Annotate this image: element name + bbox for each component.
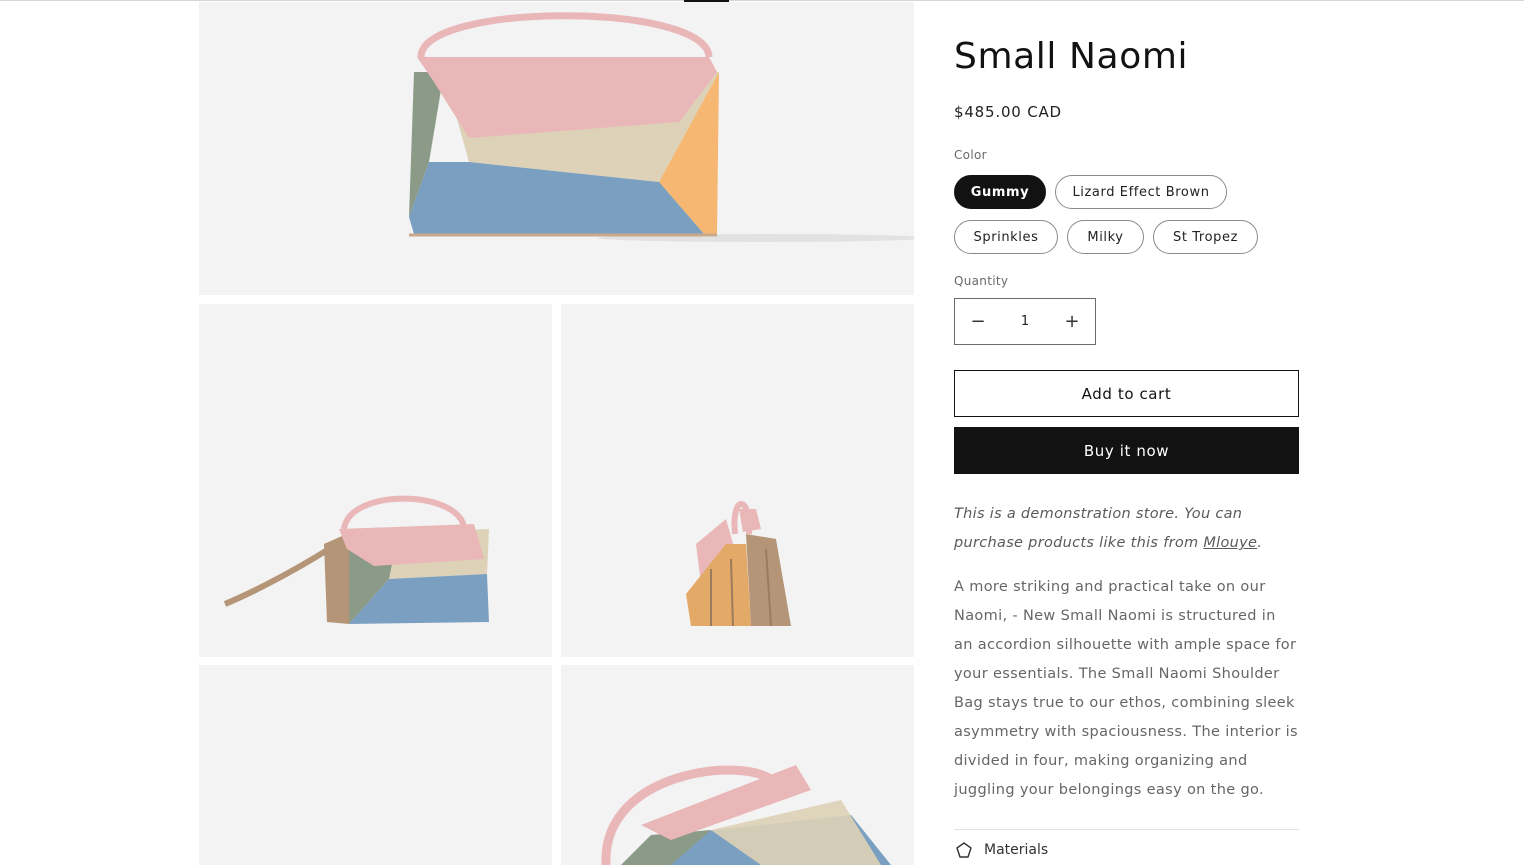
quantity-input[interactable]: 1	[1001, 314, 1049, 329]
quantity-decrease-button[interactable]: −	[955, 299, 1001, 344]
demo-note-text: This is a demonstration store. You can p…	[954, 506, 1243, 551]
color-option-lizard-effect-brown[interactable]: Lizard Effect Brown	[1055, 175, 1227, 209]
plus-icon: +	[1064, 311, 1080, 332]
header-divider	[0, 0, 1524, 1]
bag-top-view	[601, 765, 891, 865]
color-option-gummy[interactable]: Gummy	[954, 175, 1046, 209]
quantity-increase-button[interactable]: +	[1049, 299, 1095, 344]
materials-label: Materials	[984, 842, 1049, 858]
color-option-sprinkles[interactable]: Sprinkles	[954, 220, 1058, 254]
demo-note-end: .	[1257, 535, 1263, 551]
minus-icon: −	[970, 311, 986, 332]
accordion-divider	[954, 829, 1299, 830]
product-gallery	[199, 2, 914, 865]
buy-now-button[interactable]: Buy it now	[954, 427, 1299, 474]
product-description: A more striking and practical take on ou…	[954, 579, 1298, 798]
color-label: Color	[954, 148, 987, 162]
product-image-main[interactable]	[199, 2, 914, 295]
product-title: Small Naomi	[954, 36, 1189, 77]
bag-angle-view	[223, 495, 489, 624]
color-option-milky[interactable]: Milky	[1067, 220, 1144, 254]
mlouye-link[interactable]: Mlouye	[1203, 535, 1257, 551]
product-image-4[interactable]	[199, 665, 552, 865]
materials-accordion[interactable]: Materials	[954, 840, 1048, 860]
quantity-label: Quantity	[954, 274, 1009, 288]
product-image-side-strap[interactable]	[199, 304, 552, 657]
product-image-5[interactable]	[561, 665, 914, 865]
product-price: $485.00 CAD	[954, 103, 1062, 121]
bag-front-view	[409, 12, 914, 242]
product-image-side[interactable]	[561, 304, 914, 657]
color-option-st-tropez[interactable]: St Tropez	[1153, 220, 1258, 254]
bag-profile-view	[686, 501, 791, 627]
material-icon	[956, 842, 972, 858]
add-to-cart-button[interactable]: Add to cart	[954, 370, 1299, 417]
quantity-selector: − 1 +	[954, 298, 1096, 345]
demo-store-note: This is a demonstration store. You can p…	[954, 500, 1299, 558]
